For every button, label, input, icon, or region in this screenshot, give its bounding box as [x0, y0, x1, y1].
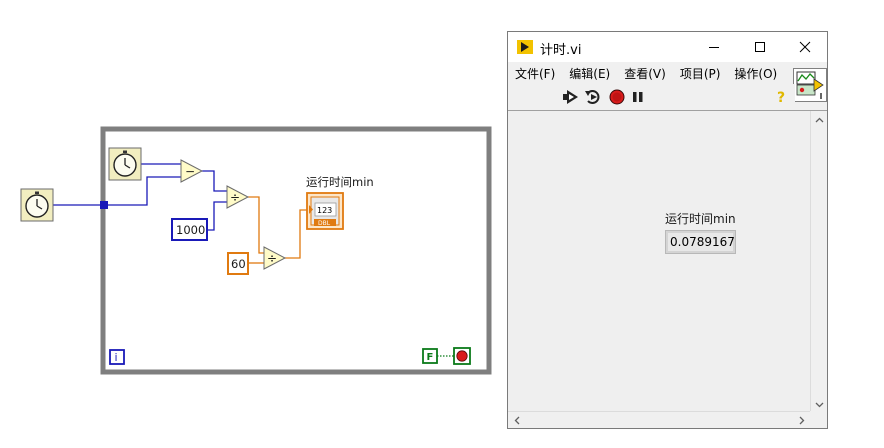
numeric-indicator-label: 运行时间min	[665, 212, 736, 226]
while-loop[interactable]	[100, 126, 492, 375]
dbl-wires	[248, 196, 308, 264]
svg-text:−: −	[185, 165, 195, 179]
stop-button-icon[interactable]	[453, 347, 471, 365]
close-icon[interactable]	[782, 32, 828, 62]
menu-operate[interactable]: 操作(O)	[734, 65, 777, 82]
scroll-left-icon[interactable]	[508, 412, 525, 429]
indicator-label: 运行时间min	[306, 175, 374, 189]
svg-text:i: i	[115, 351, 118, 364]
horizontal-scrollbar[interactable]	[508, 411, 810, 428]
abort-icon[interactable]	[608, 89, 626, 105]
scrollbar-corner	[810, 411, 827, 428]
run-continuously-icon[interactable]	[584, 89, 602, 105]
tick-count-clock-icon[interactable]	[20, 188, 54, 222]
pause-icon[interactable]	[629, 89, 647, 105]
context-help-icon[interactable]: ?	[773, 89, 791, 105]
svg-text:F: F	[427, 352, 434, 363]
menu-project[interactable]: 项目(P)	[680, 65, 721, 82]
minimize-icon[interactable]	[691, 32, 737, 62]
window-title: 计时.vi	[540, 43, 582, 58]
constant-60[interactable]: 60	[227, 252, 249, 275]
svg-text:?: ?	[777, 90, 785, 105]
svg-text:1000: 1000	[176, 223, 205, 237]
numeric-indicator[interactable]: 0.0789167	[665, 230, 736, 254]
front-panel-canvas: 运行时间min 0.0789167	[508, 111, 810, 413]
divide-node[interactable]: ÷	[263, 246, 287, 270]
front-panel-window: 计时.vi 文件(F) 编辑(E) 查看(V) 项目(P) 操作(O) ? 运行…	[507, 31, 828, 429]
scroll-up-icon[interactable]	[811, 111, 828, 128]
vi-connector-icon[interactable]	[793, 68, 827, 102]
scroll-right-icon[interactable]	[793, 412, 810, 429]
title-bar[interactable]: 计时.vi	[508, 32, 827, 62]
indicator-terminal-text: 123	[317, 206, 332, 215]
menu-view[interactable]: 查看(V)	[624, 65, 666, 82]
tick-count-clock-icon[interactable]	[108, 147, 142, 181]
indicator-terminal[interactable]: 123 DBL	[306, 192, 344, 230]
labview-vi-icon	[517, 40, 533, 54]
svg-text:60: 60	[231, 257, 246, 271]
toolbar: ?	[508, 84, 795, 110]
menu-edit[interactable]: 编辑(E)	[569, 65, 610, 82]
iteration-terminal: i	[109, 349, 125, 365]
run-arrow-icon[interactable]	[562, 89, 580, 105]
svg-text:÷: ÷	[230, 191, 240, 205]
false-constant[interactable]: F	[422, 348, 438, 364]
maximize-icon[interactable]	[737, 32, 783, 62]
vertical-scrollbar[interactable]	[810, 111, 827, 413]
menu-file[interactable]: 文件(F)	[515, 65, 555, 82]
svg-text:÷: ÷	[267, 252, 277, 266]
divide-node[interactable]: ÷	[226, 185, 250, 209]
subtract-node[interactable]: −	[180, 159, 204, 183]
numeric-indicator-value: 0.0789167	[668, 233, 735, 251]
loop-tunnel[interactable]	[100, 201, 108, 209]
menu-bar: 文件(F) 编辑(E) 查看(V) 项目(P) 操作(O)	[508, 62, 800, 84]
indicator-type-text: DBL	[318, 220, 331, 227]
constant-1000[interactable]: 1000	[171, 218, 208, 241]
